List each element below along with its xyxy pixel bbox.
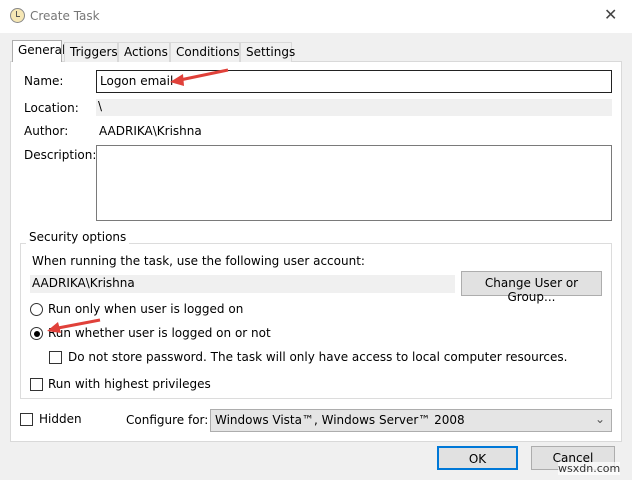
annotation-arrows [47,68,229,333]
arrow-to-name [170,68,229,86]
arrow-to-radio [47,318,101,333]
